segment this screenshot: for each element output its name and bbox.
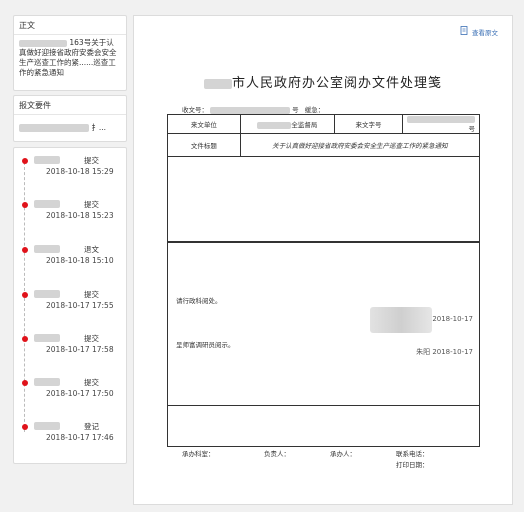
- redacted-name: [34, 422, 60, 430]
- number-label: 来文字号: [333, 114, 404, 134]
- redacted-signature: [370, 307, 432, 333]
- timeline-item: 提交 2018-10-18 15:29: [14, 154, 126, 194]
- instruction-1: 请行政科阅处。: [176, 297, 222, 305]
- timeline-action: 提交: [84, 156, 99, 165]
- timeline-time: 2018-10-18 15:29: [46, 167, 114, 176]
- timeline-item: 提交 2018-10-18 15:23: [14, 198, 126, 238]
- opinion-box-2: 请行政科阅处。 2018-10-17 呈师富调研员阅示。 朱阳 2018-10-…: [167, 242, 480, 406]
- leader-label: 负责人：: [264, 450, 290, 458]
- redacted-text: [210, 106, 291, 114]
- baowen-attachment[interactable]: 扌...: [14, 115, 126, 136]
- redacted-name: [34, 156, 60, 164]
- timeline-action: 提交: [84, 200, 99, 209]
- timeline-time: 2018-10-18 15:23: [46, 211, 114, 220]
- view-original-button[interactable]: 查看原文: [460, 26, 498, 37]
- unit-value: 全监督局: [239, 114, 335, 134]
- document-title-text: 市人民政府办公室阅办文件处理笺: [231, 76, 442, 91]
- office-label: 承办科室：: [182, 450, 215, 458]
- opinion-box-3: [167, 405, 480, 447]
- timeline-time: 2018-10-17 17:50: [46, 389, 114, 398]
- redacted-text: [19, 124, 89, 132]
- baowen-panel: 报文要件 扌...: [13, 95, 127, 142]
- status-dot: [22, 158, 28, 164]
- status-dot: [22, 424, 28, 430]
- timeline-time: 2018-10-17 17:46: [46, 433, 114, 442]
- unit-value-text: 全监督局: [291, 121, 318, 129]
- view-original-label: 查看原文: [472, 28, 498, 37]
- zhengwen-panel: 正文 163号关于认真做好迎接省政府安委会安全生产巡查工作的紧......巡查工…: [13, 15, 127, 91]
- timeline-item: 退文 2018-10-18 15:10: [14, 243, 126, 283]
- redacted-name: [34, 334, 60, 342]
- timeline-action: 退文: [84, 245, 99, 254]
- document-title: 市人民政府办公室阅办文件处理笺: [134, 72, 512, 91]
- zhengwen-title: 正文: [14, 16, 126, 35]
- baowen-title: 报文要件: [14, 96, 126, 115]
- document-page: 查看原文 市人民政府办公室阅办文件处理笺 收文号： 号 缓急： 来文单位 全监督…: [133, 15, 513, 505]
- redacted-text: [19, 39, 67, 47]
- receive-meta: 收文号： 号 缓急：: [182, 104, 324, 114]
- document-icon: [460, 26, 469, 37]
- status-dot: [22, 202, 28, 208]
- redacted-text: [203, 78, 232, 89]
- redacted-text: [407, 115, 475, 123]
- timeline-action: 登记: [84, 422, 99, 431]
- timeline-item: 登记 2018-10-17 17:46: [14, 420, 126, 460]
- status-dot: [22, 380, 28, 386]
- receive-no-label: 收文号：: [182, 106, 208, 114]
- unit-label: 来文单位: [167, 114, 241, 134]
- redacted-name: [34, 378, 60, 386]
- receive-no-suffix: 号: [292, 106, 299, 114]
- handler-label: 承办人：: [330, 450, 356, 458]
- timeline-item: 提交 2018-10-17 17:50: [14, 376, 126, 416]
- timeline-time: 2018-10-17 17:58: [46, 345, 114, 354]
- instruction-1-date: 2018-10-17: [432, 315, 473, 323]
- status-dot: [22, 247, 28, 253]
- timeline-item: 提交 2018-10-17 17:58: [14, 332, 126, 372]
- zhengwen-link[interactable]: 163号关于认真做好迎接省政府安委会安全生产巡查工作的紧......巡查工作的紧…: [14, 35, 126, 81]
- phone-label: 联系电话：: [396, 450, 429, 458]
- timeline-action: 提交: [84, 290, 99, 299]
- timeline-action: 提交: [84, 334, 99, 343]
- redacted-text: [257, 121, 292, 129]
- redacted-name: [34, 200, 60, 208]
- timeline-panel: 提交 2018-10-18 15:29 提交 2018-10-18 15:23 …: [13, 147, 127, 464]
- number-value-text: 号: [468, 125, 476, 133]
- redacted-name: [34, 290, 60, 298]
- number-value: 号: [402, 114, 480, 134]
- timeline-item: 提交 2018-10-17 17:55: [14, 288, 126, 328]
- print-date-label: 打印日期：: [396, 461, 429, 469]
- status-dot: [22, 292, 28, 298]
- redacted-name: [34, 245, 60, 253]
- urgency-label: 缓急：: [304, 106, 325, 114]
- timeline-time: 2018-10-17 17:55: [46, 301, 114, 310]
- instruction-2-signature: 朱阳 2018-10-17: [416, 348, 473, 356]
- instruction-2: 呈师富调研员阅示。: [176, 341, 235, 349]
- baowen-value: 扌...: [91, 123, 107, 132]
- opinion-box-1: [167, 151, 480, 242]
- timeline-action: 提交: [84, 378, 99, 387]
- status-dot: [22, 336, 28, 342]
- timeline-time: 2018-10-18 15:10: [46, 256, 114, 265]
